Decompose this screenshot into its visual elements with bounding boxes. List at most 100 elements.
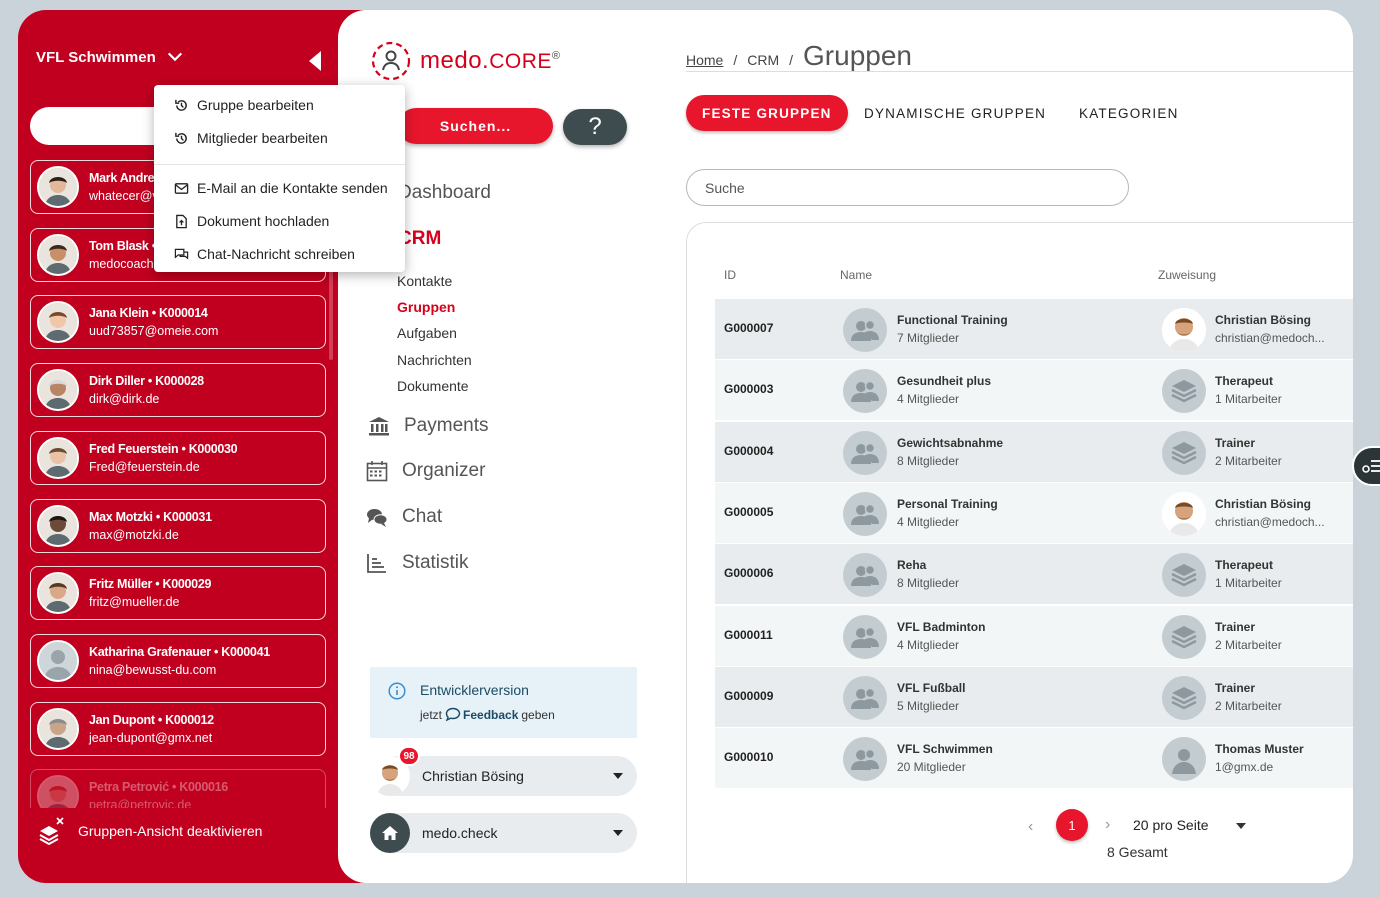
contact-card[interactable]: Katharina Grafenauer • K000041 nina@bewus… <box>30 633 326 688</box>
assignee-name[interactable]: Christian Bösing <box>1215 497 1311 511</box>
nav-nachrichten[interactable]: Nachrichten <box>397 352 472 368</box>
tab-feste-gruppen[interactable]: FESTE GRUPPEN <box>686 95 848 131</box>
group-name[interactable]: VFL Schwimmen <box>897 742 993 756</box>
contact-card[interactable]: Fritz Müller • K000029 fritz@mueller.de <box>30 566 326 621</box>
nav-gruppen[interactable]: Gruppen <box>397 299 455 315</box>
group-member-count: 4 Mitglieder <box>897 392 960 407</box>
table-row[interactable]: G000003 Gesundheit plus 4 Mitglieder Therap… <box>715 360 1353 421</box>
medo-core-logo[interactable]: medo.CORE® <box>370 40 561 82</box>
table-row[interactable]: G000007 Functional Training 7 Mitglieder Ch… <box>715 299 1353 359</box>
home-icon <box>370 813 410 853</box>
contact-email: Fred@feuerstein.de <box>89 459 200 474</box>
group-icon <box>851 319 879 341</box>
contact-avatar <box>37 369 79 412</box>
table-row[interactable]: G000009 VFL Fußball 5 Mitglieder Trainer 2 M… <box>715 666 1353 727</box>
pagination-current-page[interactable]: 1 <box>1056 809 1088 841</box>
group-search-input[interactable] <box>686 169 1129 206</box>
pagination-prev[interactable]: ‹ <box>1028 818 1033 836</box>
group-name[interactable]: Personal Training <box>897 497 998 511</box>
nav-kontakte[interactable]: Kontakte <box>397 273 452 289</box>
contact-avatar <box>37 775 79 808</box>
group-name[interactable]: Gesundheit plus <box>897 374 991 388</box>
contact-card[interactable]: Max Motzki • K000031 max@motzki.de <box>30 498 326 553</box>
menu-write-chat[interactable]: Chat-Nachricht schreiben <box>174 246 355 262</box>
search-button[interactable]: Suchen... <box>398 108 553 144</box>
breadcrumb-crm[interactable]: CRM <box>747 52 779 68</box>
menu-edit-members[interactable]: Mitglieder bearbeiten <box>174 130 328 146</box>
group-id: G000005 <box>724 504 774 519</box>
group-avatar <box>843 308 887 352</box>
user-selector[interactable]: 98 Christian Bösing <box>370 746 637 796</box>
speech-bubble-icon <box>445 707 461 722</box>
contact-card[interactable]: Jan Dupont • K000012 jean-dupont@gmx.net <box>30 701 326 756</box>
page-size-select[interactable]: 20 pro Seite <box>1133 817 1209 833</box>
assignee-name[interactable]: Trainer <box>1215 681 1255 695</box>
nav-aufgaben[interactable]: Aufgaben <box>397 325 457 341</box>
nav-payments[interactable]: Payments <box>368 415 488 437</box>
nav-dashboard[interactable]: Dashboard <box>398 182 491 204</box>
contact-email: nina@bewusst-du.com <box>89 662 217 677</box>
table-row[interactable]: G000004 Gewichtsabnahme 8 Mitglieder Traine… <box>715 421 1353 482</box>
table-row[interactable]: G000011 VFL Badminton 4 Mitglieder Trainer 2… <box>715 605 1353 666</box>
group-name[interactable]: Gewichtsabnahme <box>897 436 1003 450</box>
group-name[interactable]: Functional Training <box>897 313 1008 327</box>
group-id: G000006 <box>724 566 774 581</box>
table-row[interactable]: G000006 Reha 8 Mitglieder Therapeut 1 Mitarb… <box>715 544 1353 605</box>
pagination-next[interactable]: › <box>1105 816 1110 834</box>
breadcrumb: Home / CRM / Gruppen <box>686 40 912 72</box>
menu-edit-group[interactable]: Gruppe bearbeiten <box>174 97 314 113</box>
filter-toggle-button[interactable] <box>1352 446 1380 486</box>
contact-name: Dirk Diller • K000028 <box>89 374 204 389</box>
nav-organizer[interactable]: Organizer <box>366 460 485 482</box>
assignee-photo <box>1162 491 1206 536</box>
org-switcher[interactable]: VFL Schwimmen <box>36 48 184 66</box>
table-row[interactable]: G000010 VFL Schwimmen 20 Mitglieder Thomas … <box>715 728 1353 789</box>
group-name[interactable]: VFL Badminton <box>897 620 985 634</box>
group-avatar <box>843 369 887 414</box>
nav-chat[interactable]: Chat <box>366 506 442 528</box>
assignee-name[interactable]: Therapeut <box>1215 374 1273 388</box>
assignee-name[interactable]: Therapeut <box>1215 558 1273 572</box>
feedback-link[interactable]: Feedback <box>445 707 518 722</box>
group-avatar <box>843 737 887 782</box>
column-header-assignment[interactable]: Zuweisung <box>1158 268 1216 282</box>
layers-icon <box>1171 441 1197 464</box>
caret-down-icon <box>613 773 623 779</box>
nav-dokumente[interactable]: Dokumente <box>397 378 469 394</box>
disable-group-view-button[interactable]: Gruppen-Ansicht deaktivieren <box>38 816 262 846</box>
assignee-name[interactable]: Thomas Muster <box>1215 742 1304 756</box>
group-name[interactable]: Reha <box>897 558 926 572</box>
menu-send-email[interactable]: E-Mail an die Kontakte senden <box>174 180 388 196</box>
assignee-avatar <box>1162 308 1206 352</box>
table-row[interactable]: G000005 Personal Training 4 Mitglieder Chri… <box>715 482 1353 543</box>
chat-icon <box>367 509 388 527</box>
tab-dynamische-gruppen[interactable]: DYNAMISCHE GRUPPEN <box>864 95 1046 131</box>
collapse-sidebar-icon[interactable] <box>308 50 322 72</box>
contact-card[interactable]: Fred Feuerstein • K000030 Fred@feuerstein… <box>30 430 326 485</box>
contact-card[interactable]: Jana Klein • K000014 uud73857@omeie.com <box>30 295 326 350</box>
column-header-name[interactable]: Name <box>840 268 872 282</box>
assignee-name[interactable]: Trainer <box>1215 620 1255 634</box>
workspace-name: medo.check <box>422 825 498 841</box>
contact-card[interactable]: Petra Petrović • K000016 petra@petrovic.d… <box>30 769 326 808</box>
column-header-id[interactable]: ID <box>724 268 736 282</box>
assignee-name[interactable]: Trainer <box>1215 436 1255 450</box>
layers-icon <box>1171 564 1197 587</box>
help-button[interactable]: ? <box>563 109 627 145</box>
workspace-selector[interactable]: medo.check <box>370 813 637 853</box>
group-id: G000009 <box>724 688 774 703</box>
group-name[interactable]: VFL Fußball <box>897 681 965 695</box>
group-icon <box>851 564 879 587</box>
tab-kategorien[interactable]: KATEGORIEN <box>1079 95 1179 131</box>
assignee-name[interactable]: Christian Bösing <box>1215 313 1311 327</box>
group-avatar <box>843 675 887 720</box>
menu-upload-document[interactable]: Dokument hochladen <box>174 213 329 229</box>
breadcrumb-separator: / <box>789 52 794 68</box>
nav-statistik[interactable]: Statistik <box>366 552 469 574</box>
breadcrumb-home[interactable]: Home <box>686 52 723 68</box>
user-name: Christian Bösing <box>422 768 524 784</box>
group-member-count: 4 Mitglieder <box>897 637 960 652</box>
group-id: G000003 <box>724 382 774 397</box>
contact-card[interactable]: Dirk Diller • K000028 dirk@dirk.de <box>30 363 326 418</box>
contact-email: petra@petrovic.de <box>89 798 192 808</box>
